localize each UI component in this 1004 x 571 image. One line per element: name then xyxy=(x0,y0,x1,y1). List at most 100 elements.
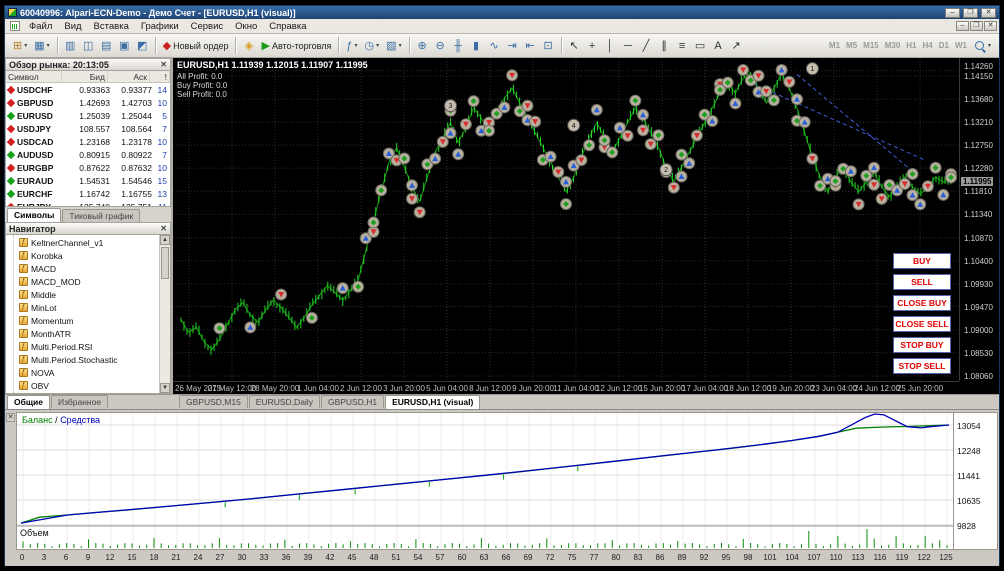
navigator-button[interactable]: ▤ xyxy=(98,37,115,55)
tab-символы[interactable]: Символы xyxy=(7,208,61,222)
child-close-button[interactable]: ✕ xyxy=(984,21,997,31)
indicators-button[interactable]: ƒ▾ xyxy=(343,37,360,55)
price-scale[interactable]: 1.142601.141501.136801.132101.127501.122… xyxy=(959,58,999,381)
close-tester-icon[interactable]: ✕ xyxy=(6,413,15,422)
periods-button[interactable]: ◷▾ xyxy=(362,37,383,55)
market-watch-row[interactable]: USDCHF0.933630.9337714 xyxy=(6,83,170,96)
crosshair-button[interactable]: + xyxy=(584,37,601,55)
data-window-button[interactable]: ◫ xyxy=(80,37,97,55)
zoom-in-button[interactable]: ⊕ xyxy=(414,37,431,55)
chart-tab-eurusd-h1-visual[interactable]: EURUSD,H1 (visual) xyxy=(385,395,480,409)
child-minimize-button[interactable]: – xyxy=(956,21,969,31)
time-axis[interactable]: 26 May 201527 May 12:0028 May 20:001 Jun… xyxy=(173,381,959,394)
menu-help[interactable]: Справка xyxy=(263,20,312,33)
profiles-button[interactable]: ▦▾ xyxy=(31,37,52,55)
cursor-button[interactable]: ↖ xyxy=(566,37,583,55)
menu-charts[interactable]: Графики xyxy=(135,20,185,33)
close-sell-button[interactable]: CLOSE SELL xyxy=(893,316,951,332)
text-button[interactable]: A xyxy=(710,37,727,55)
close-market-watch-icon[interactable]: ✕ xyxy=(160,61,167,69)
timeframe-h1-button[interactable]: H1 xyxy=(903,41,919,50)
navigator-item[interactable]: ƒMiddle xyxy=(6,288,170,301)
timeframe-m30-button[interactable]: M30 xyxy=(882,41,904,50)
tab-тиковый-график[interactable]: Тиковый график xyxy=(62,209,140,222)
new-chart-button[interactable]: ⊞▾ xyxy=(10,37,30,55)
auto-trading-button[interactable]: ▶Авто-торговля xyxy=(258,37,334,55)
stop-sell-button[interactable]: STOP SELL xyxy=(893,358,951,374)
vertical-line-button[interactable]: │ xyxy=(602,37,619,55)
market-watch-row[interactable]: AUDUSD0.809150.809227 xyxy=(6,148,170,161)
navigator-item[interactable]: ƒMomentum xyxy=(6,314,170,327)
zoom-out-button[interactable]: ⊖ xyxy=(432,37,449,55)
restore-button[interactable]: ❐ xyxy=(963,8,978,18)
timeframe-h4-button[interactable]: H4 xyxy=(920,41,936,50)
chart-tab-gbpusd-h1[interactable]: GBPUSD,H1 xyxy=(321,395,384,408)
scrollbar-thumb[interactable] xyxy=(161,247,169,279)
market-watch-row[interactable]: EURGBP0.876220.8763210 xyxy=(6,161,170,174)
arrow-tool-button[interactable]: ↗ xyxy=(728,37,745,55)
navigator-item[interactable]: ƒMACD_MOD xyxy=(6,275,170,288)
bar-chart-button[interactable]: ╫ xyxy=(450,37,467,55)
navigator-item[interactable]: ƒMonthATR xyxy=(6,327,170,340)
chart-shift-button[interactable]: ⇤ xyxy=(522,37,539,55)
navigator-item[interactable]: ƒKeltnerChannel_v1 xyxy=(6,236,170,249)
shapes-button[interactable]: ▭ xyxy=(692,37,709,55)
timeframe-w1-button[interactable]: W1 xyxy=(952,41,970,50)
timeframe-m5-button[interactable]: M5 xyxy=(843,41,860,50)
close-navigator-icon[interactable]: ✕ xyxy=(160,225,167,233)
timeframe-m15-button[interactable]: M15 xyxy=(860,41,882,50)
child-restore-button[interactable]: ❐ xyxy=(970,21,983,31)
auto-scroll-button[interactable]: ⇥ xyxy=(504,37,521,55)
channel-button[interactable]: ∥ xyxy=(656,37,673,55)
strategy-tester-button[interactable]: ◩ xyxy=(134,37,151,55)
timeframe-m1-button[interactable]: M1 xyxy=(826,41,843,50)
tab-общие[interactable]: Общие xyxy=(7,395,50,409)
navigator-item[interactable]: ƒMulti.Period.Stochastic xyxy=(6,353,170,366)
trendline-button[interactable]: ╱ xyxy=(638,37,655,55)
timeframe-d1-button[interactable]: D1 xyxy=(936,41,952,50)
tab-избранное[interactable]: Избранное xyxy=(51,395,108,408)
scroll-down-icon[interactable]: ▼ xyxy=(160,383,170,393)
menu-file[interactable]: Файл xyxy=(23,20,58,33)
market-watch-row[interactable]: EURCHF1.167421.1675513 xyxy=(6,187,170,200)
menu-view[interactable]: Вид xyxy=(58,20,87,33)
sell-button[interactable]: SELL xyxy=(893,274,951,290)
new-order-button[interactable]: ◆Новый ордер xyxy=(160,37,232,55)
close-buy-button[interactable]: CLOSE BUY xyxy=(893,295,951,311)
market-watch-row[interactable]: GBPUSD1.426931.4270310 xyxy=(6,96,170,109)
navigator-item[interactable]: ƒKorobka xyxy=(6,249,170,262)
templates-button[interactable]: ▧▾ xyxy=(383,37,404,55)
fibonacci-button[interactable]: ≡ xyxy=(674,37,691,55)
buy-button[interactable]: BUY xyxy=(893,253,951,269)
menu-window[interactable]: Окно xyxy=(229,20,263,33)
balance-graph[interactable] xyxy=(16,412,954,550)
navigator-item[interactable]: ƒOBV xyxy=(6,379,170,392)
stop-buy-button[interactable]: STOP BUY xyxy=(893,337,951,353)
market-watch-row[interactable]: USDJPY108.557108.5647 xyxy=(6,122,170,135)
line-chart-button[interactable]: ∿ xyxy=(486,37,503,55)
tile-windows-button[interactable]: ⊡ xyxy=(540,37,557,55)
navigator-scrollbar[interactable]: ▲ ▼ xyxy=(159,235,170,393)
navigator-item[interactable]: ƒMinLot xyxy=(6,301,170,314)
navigator-item[interactable]: ƒMulti.Period.RSI xyxy=(6,340,170,353)
chart-tab-gbpusd-m15[interactable]: GBPUSD,M15 xyxy=(179,395,248,408)
title-bar[interactable]: 60040996: Alpari-ECN-Demo - Демо Счет - … xyxy=(5,6,999,19)
market-watch-row[interactable]: EURAUD1.545311.5454615 xyxy=(6,174,170,187)
terminal-button[interactable]: ▣ xyxy=(116,37,133,55)
market-watch-button[interactable]: ▥ xyxy=(62,37,79,55)
close-button[interactable]: ✕ xyxy=(981,8,996,18)
market-watch-row[interactable]: EURJPY135.740135.75111 xyxy=(6,200,170,207)
navigator-item[interactable]: ƒNOVA xyxy=(6,366,170,379)
candlestick-chart-button[interactable]: ▮ xyxy=(468,37,485,55)
market-watch-row[interactable]: USDCAD1.231681.2317810 xyxy=(6,135,170,148)
market-watch-row[interactable]: EURUSD1.250391.250445 xyxy=(6,109,170,122)
chart-tab-eurusd-daily[interactable]: EURUSD,Daily xyxy=(249,395,320,408)
price-chart[interactable]: 3421 xyxy=(173,58,957,381)
scroll-up-icon[interactable]: ▲ xyxy=(160,235,170,245)
menu-insert[interactable]: Вставка xyxy=(88,20,135,33)
zoom-search-button[interactable]: ▾ xyxy=(972,37,994,55)
horizontal-line-button[interactable]: ─ xyxy=(620,37,637,55)
menu-service[interactable]: Сервис xyxy=(185,20,230,33)
metaeditor-button[interactable]: ◈ xyxy=(240,37,257,55)
minimize-button[interactable]: – xyxy=(945,8,960,18)
